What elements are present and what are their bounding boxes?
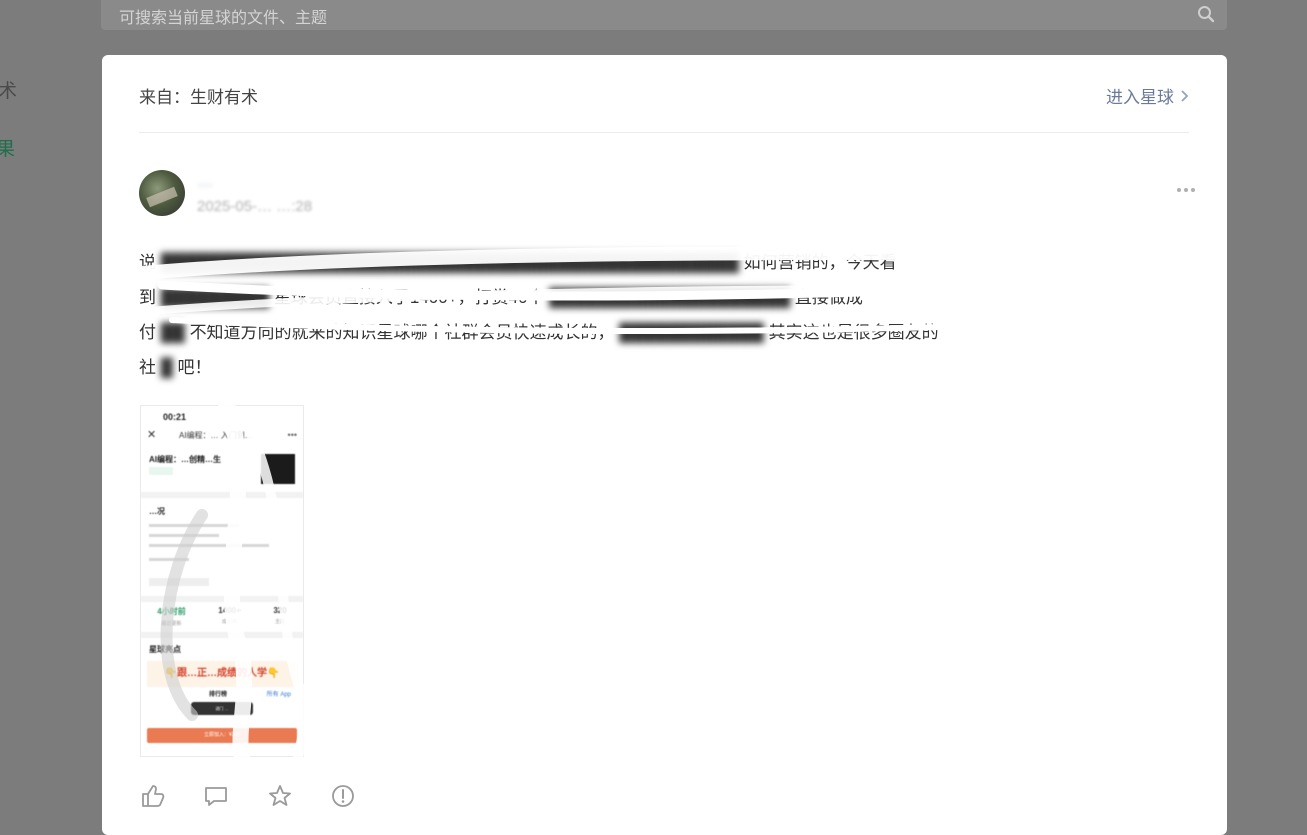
rank-link: 所有 App [266, 692, 291, 698]
divider [141, 492, 303, 498]
screenshot-headline: AI编程：…创精…生 [149, 455, 221, 464]
stat-value: 320 [273, 606, 287, 615]
stat-value: 4小时前 [157, 607, 186, 616]
background-side-label-active: 果 [0, 139, 16, 160]
stat: 320 主题 [273, 606, 286, 627]
post-line-1: 说 ██████████████████████████████████████… [139, 245, 1194, 280]
stat-label: 最近更新 [161, 621, 182, 627]
divider [141, 596, 303, 602]
comment-icon[interactable] [203, 783, 229, 809]
stat-label: 成员数 [222, 619, 238, 625]
redacted-text: ████████████████████ [549, 288, 791, 307]
popup-toast: 进门 … [191, 702, 253, 715]
like-icon[interactable] [140, 783, 166, 809]
text-fragment: 如何营销的，今天看 [743, 253, 897, 272]
promo-banner: 👇跟…正…成绩的人学👇 [147, 661, 297, 687]
chevron-right-icon [1181, 89, 1189, 102]
user-chip [149, 578, 209, 586]
post-detail-modal: 来自：生财有术 进入星球 … 2025-05-… …:28 说 ████████… [102, 55, 1227, 835]
avatar[interactable] [139, 170, 185, 216]
enter-planet-label: 进入星球 [1106, 88, 1174, 107]
redacted-text: ████████████████████████████████████████… [160, 253, 739, 272]
redacted-text: ██ [160, 323, 185, 342]
divider [141, 632, 303, 638]
stat: 1400+ 成员数 [218, 606, 240, 627]
screenshot-section: …况 [149, 507, 165, 516]
post-body: 说 ██████████████████████████████████████… [139, 245, 1194, 385]
action-bar [140, 783, 370, 809]
background-search-bar[interactable]: 可搜索当前星球的文件、主题 [101, 0, 1227, 30]
stat: 4小时前最近更新 [157, 606, 185, 627]
rank-label: 排行榜 [209, 692, 228, 698]
text-placeholder [149, 524, 239, 527]
post-line-4: 社 █ 吧！ [139, 350, 1194, 385]
redacted-text: █████████ [160, 288, 270, 307]
redacted-text: █ [160, 358, 173, 377]
text-fragment: 付 [139, 323, 156, 342]
background-side-label: 术 [0, 81, 18, 102]
pay-button: 立即加入：¥365 [147, 728, 297, 743]
stat-label: 主题 [275, 619, 286, 625]
thumbnail [261, 454, 295, 484]
report-icon[interactable] [330, 783, 356, 809]
highlights-title: 星球亮点 [149, 645, 181, 654]
source-row: 来自：生财有术 进入星球 [139, 83, 1189, 107]
stats-row: 4小时前最近更新 1400+ 成员数 320 主题 [141, 606, 303, 627]
close-icon: ✕ [147, 429, 157, 441]
attached-image[interactable]: 00:21 ✕ AI编程：… 入门到… ••• AI编程：…创精…生 …况 4小… [140, 405, 304, 757]
status-badge [149, 467, 173, 475]
star-icon[interactable] [267, 783, 293, 809]
source-label: 来自：生财有术 [139, 88, 258, 107]
author-name[interactable]: … [197, 173, 213, 191]
text-placeholder [149, 558, 189, 561]
text-placeholder [149, 544, 269, 547]
more-options-icon[interactable] [1177, 179, 1199, 192]
more-icon: ••• [287, 430, 297, 440]
post-line-3: 付 ██ 不知道方向的就来的知识星球哪个社群会员快速成长的， █████████… [139, 315, 1194, 350]
text-placeholder [149, 534, 219, 537]
post-time: 2025-05-… …:28 [197, 198, 313, 215]
text-fragment: 星球会员直接入了1400+，打赏40个 [273, 288, 545, 307]
status-time: 00:21 [163, 412, 187, 422]
search-icon [1198, 6, 1215, 23]
divider [139, 132, 1189, 133]
search-placeholder: 可搜索当前星球的文件、主题 [119, 10, 328, 27]
stat-value: 1400+ [218, 606, 241, 615]
text-fragment: 社 [139, 358, 156, 377]
text-fragment: 说 [139, 253, 156, 272]
enter-planet-link[interactable]: 进入星球 [1106, 83, 1189, 108]
text-fragment: 直接做成 [794, 288, 863, 307]
text-fragment: 吧！ [177, 358, 212, 377]
redacted-text: ████████████ [619, 323, 764, 342]
text-fragment: 到 [139, 288, 156, 307]
text-fragment: 不知道方向的就来的知识星球哪个社群会员快速成长的， [189, 323, 615, 342]
post-line-2: 到 █████████ 星球会员直接入了1400+，打赏40个 ████████… [139, 280, 1194, 315]
text-fragment: 其实这也是很多圈友的 [768, 323, 939, 342]
screenshot-title: AI编程：… 入门到… [179, 431, 253, 440]
